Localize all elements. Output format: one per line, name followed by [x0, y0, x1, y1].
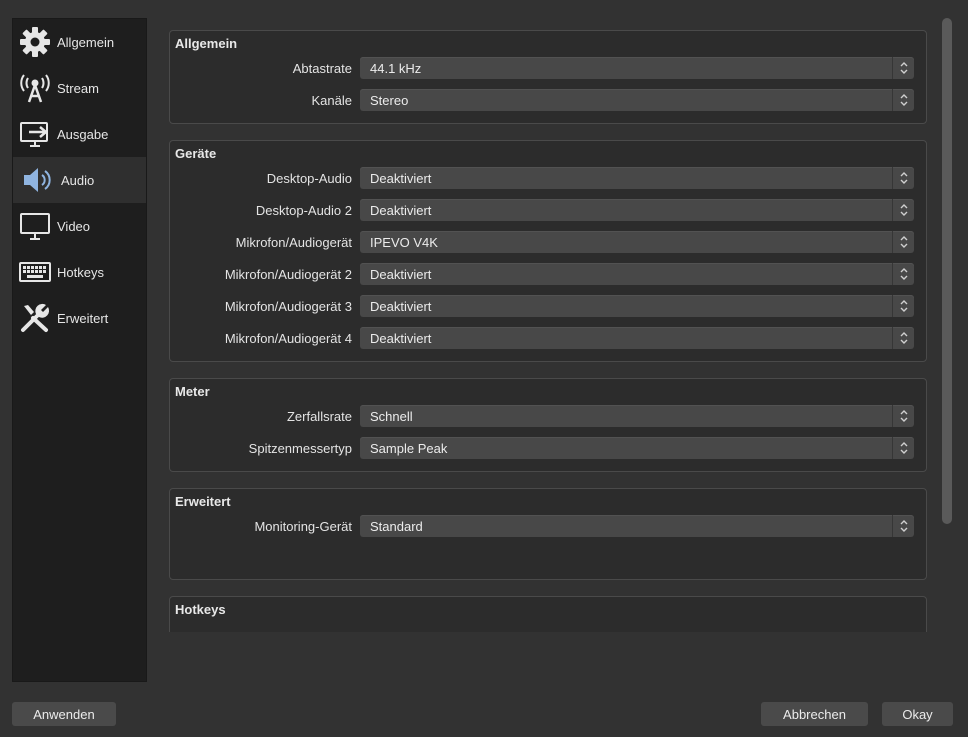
- settings-content: Allgemein Abtastrate 44.1 kHz Kanäle Ste…: [157, 18, 935, 632]
- chevron-updown-icon: [892, 515, 914, 537]
- settings-row: Mikrofon/Audiogerät 4 Deaktiviert: [170, 327, 926, 351]
- gear-icon: [18, 25, 52, 59]
- select-value: Stereo: [370, 93, 409, 108]
- settings-row: Mikrofon/Audiogerät IPEVO V4K: [170, 231, 926, 255]
- settings-row: Desktop-Audio Deaktiviert: [170, 167, 926, 191]
- channels-select[interactable]: Stereo: [360, 89, 914, 111]
- sample-rate-select[interactable]: 44.1 kHz: [360, 57, 914, 79]
- row-label: Mikrofon/Audiogerät 2: [224, 267, 352, 282]
- monitoring-device-select[interactable]: Standard: [360, 515, 914, 537]
- mic-audio-2-select[interactable]: Deaktiviert: [360, 263, 914, 285]
- settings-row: Mikrofon/Audiogerät 3 Deaktiviert: [170, 295, 926, 319]
- sidebar-item-ausgabe[interactable]: Ausgabe: [13, 111, 146, 157]
- row-label: Desktop-Audio: [266, 171, 352, 186]
- select-value: Deaktiviert: [370, 171, 432, 186]
- sidebar-item-label: Erweitert: [57, 310, 109, 326]
- chevron-updown-icon: [892, 167, 914, 189]
- group-title: Hotkeys: [175, 602, 226, 617]
- content-scrollbar[interactable]: [942, 18, 952, 524]
- select-value: Sample Peak: [370, 441, 448, 456]
- sidebar-item-label: Ausgabe: [57, 126, 109, 142]
- row-label: Mikrofon/Audiogerät 4: [224, 331, 352, 346]
- sidebar-item-erweitert[interactable]: Erweitert: [13, 295, 146, 341]
- group-erweitert: Erweitert Monitoring-Gerät Standard: [169, 488, 927, 580]
- row-label: Spitzenmessertyp: [248, 441, 352, 456]
- chevron-updown-icon: [892, 89, 914, 111]
- desktop-audio-select[interactable]: Deaktiviert: [360, 167, 914, 189]
- select-value: Schnell: [370, 409, 413, 424]
- antenna-icon: [18, 71, 52, 105]
- group-allgemein: Allgemein Abtastrate 44.1 kHz Kanäle Ste…: [169, 30, 927, 124]
- chevron-updown-icon: [892, 437, 914, 459]
- cancel-button[interactable]: Abbrechen: [761, 702, 868, 726]
- chevron-updown-icon: [892, 327, 914, 349]
- chevron-updown-icon: [892, 405, 914, 427]
- sidebar-item-hotkeys[interactable]: Hotkeys: [13, 249, 146, 295]
- speaker-icon: [20, 163, 54, 197]
- peak-meter-type-select[interactable]: Sample Peak: [360, 437, 914, 459]
- chevron-updown-icon: [892, 57, 914, 79]
- monitor-icon: [18, 209, 52, 243]
- select-value: Standard: [370, 519, 423, 534]
- row-label: Abtastrate: [292, 61, 352, 76]
- select-value: Deaktiviert: [370, 331, 432, 346]
- group-meter: Meter Zerfallsrate Schnell Spitzenmesser…: [169, 378, 927, 472]
- ok-button[interactable]: Okay: [882, 702, 953, 726]
- group-title: Meter: [175, 384, 210, 399]
- sidebar-item-audio[interactable]: Audio: [13, 157, 146, 203]
- keyboard-icon: [18, 255, 52, 289]
- chevron-updown-icon: [892, 295, 914, 317]
- select-value: Deaktiviert: [370, 267, 432, 282]
- tools-icon: [18, 301, 52, 335]
- row-label: Desktop-Audio 2: [255, 203, 352, 218]
- decay-rate-select[interactable]: Schnell: [360, 405, 914, 427]
- row-label: Zerfallsrate: [286, 409, 352, 424]
- mic-audio-select[interactable]: IPEVO V4K: [360, 231, 914, 253]
- group-title: Geräte: [175, 146, 217, 161]
- select-value: 44.1 kHz: [370, 61, 422, 76]
- settings-sidebar: Allgemein Stream Ausgabe Audio Video Hot…: [12, 18, 147, 682]
- sidebar-item-label: Audio: [61, 172, 95, 188]
- select-value: Deaktiviert: [370, 299, 432, 314]
- settings-row: Kanäle Stereo: [170, 89, 926, 113]
- sidebar-item-allgemein[interactable]: Allgemein: [13, 19, 146, 65]
- settings-row: Monitoring-Gerät Standard: [170, 515, 926, 539]
- select-value: Deaktiviert: [370, 203, 432, 218]
- select-value: IPEVO V4K: [370, 235, 438, 250]
- settings-row: Desktop-Audio 2 Deaktiviert: [170, 199, 926, 223]
- sidebar-item-stream[interactable]: Stream: [13, 65, 146, 111]
- desktop-audio-2-select[interactable]: Deaktiviert: [360, 199, 914, 221]
- chevron-updown-icon: [892, 263, 914, 285]
- group-title: Erweitert: [175, 494, 231, 509]
- chevron-updown-icon: [892, 231, 914, 253]
- settings-row: Abtastrate 44.1 kHz: [170, 57, 926, 81]
- sidebar-item-label: Allgemein: [57, 34, 115, 50]
- group-title: Allgemein: [175, 36, 238, 51]
- row-label: Kanäle: [311, 93, 352, 108]
- mic-audio-4-select[interactable]: Deaktiviert: [360, 327, 914, 349]
- sidebar-item-label: Stream: [57, 80, 99, 96]
- row-label: Mikrofon/Audiogerät 3: [224, 299, 352, 314]
- sidebar-item-label: Video: [57, 218, 91, 234]
- settings-row: Zerfallsrate Schnell: [170, 405, 926, 429]
- sidebar-item-label: Hotkeys: [57, 264, 104, 280]
- apply-button[interactable]: Anwenden: [12, 702, 116, 726]
- group-hotkeys: Hotkeys: [169, 596, 927, 632]
- mic-audio-3-select[interactable]: Deaktiviert: [360, 295, 914, 317]
- row-label: Mikrofon/Audiogerät: [235, 235, 352, 250]
- row-label: Monitoring-Gerät: [254, 519, 352, 534]
- settings-row: Mikrofon/Audiogerät 2 Deaktiviert: [170, 263, 926, 287]
- group-geraete: Geräte Desktop-Audio Deaktiviert Desktop…: [169, 140, 927, 362]
- chevron-updown-icon: [892, 199, 914, 221]
- sidebar-item-video[interactable]: Video: [13, 203, 146, 249]
- settings-row: Spitzenmessertyp Sample Peak: [170, 437, 926, 461]
- output-icon: [18, 117, 52, 151]
